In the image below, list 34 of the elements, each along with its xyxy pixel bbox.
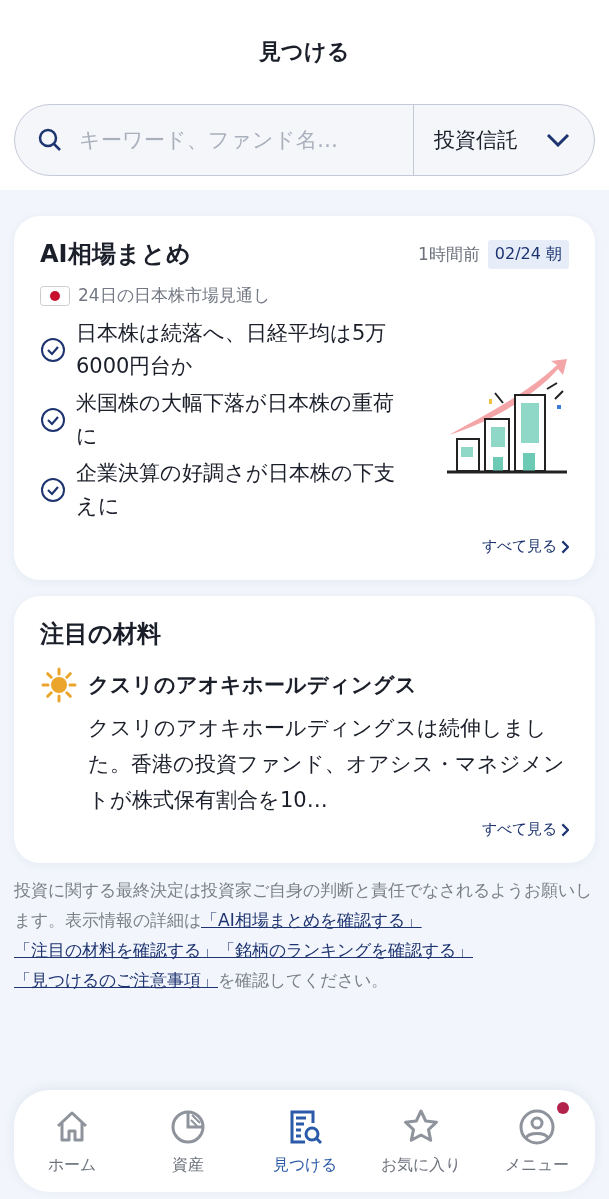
news-text: クスリのアオキホールディングスは続伸しました。香港の投資ファンド、オアシス・マネジメントが株式保有割合を10… — [88, 715, 566, 814]
card-title: 注目の材料 — [40, 619, 162, 650]
chevron-down-icon — [546, 133, 570, 147]
market-subtitle: 24日の日本株市場見通し — [78, 284, 270, 307]
see-all-link[interactable]: すべて見る — [481, 537, 569, 556]
nav-tab[interactable]: 資産 — [130, 1090, 247, 1192]
japan-flag-icon — [40, 285, 70, 306]
search-field[interactable]: キーワード、ファンド名… 投資信託 — [14, 104, 595, 176]
stock-name: クスリのアオキホールディングス — [88, 672, 417, 699]
sun-icon — [40, 666, 78, 704]
nav-tab[interactable]: メニュー — [478, 1090, 595, 1192]
check-circle-icon — [40, 407, 66, 433]
date-tag: 02/24 朝 — [487, 239, 569, 269]
chevron-right-icon — [560, 539, 569, 554]
nav-tab[interactable]: お気に入り — [362, 1090, 479, 1192]
summary-point: 企業決算の好調さが日本株の下支えに — [76, 460, 396, 520]
disclaimer-link[interactable]: 「見つけるのご注意事項」 — [14, 970, 218, 990]
disclaimer-text: 投資に関する最終決定は投資家ご自身の判断と責任でなされるようお願いします。表示情報の詳細は「AI相場まとめを確認する」 「注目の材料を確認する」「銘柄のランキングを確認する」 「見つけるのご注意事項」を確認してください。 — [14, 879, 593, 992]
card-title: AI相場まとめ — [40, 239, 191, 270]
disclaimer-link[interactable]: 「銘柄のランキングを確認する」 — [218, 940, 473, 960]
disclaimer-link[interactable]: 「注目の材料を確認する」 — [14, 940, 218, 960]
see-all-link[interactable]: すべて見る — [481, 820, 569, 839]
chevron-right-icon — [560, 822, 569, 837]
search-icon — [37, 127, 63, 153]
summary-point: 日本株は続落へ、日経平均は5万6000円台か — [76, 320, 388, 380]
disclaimer-link[interactable]: 「AI相場まとめを確認する」 — [201, 910, 422, 930]
page-title: 見つける — [259, 38, 350, 66]
check-circle-icon — [40, 477, 66, 503]
nav-tab[interactable]: 見つける — [246, 1090, 363, 1192]
nav-tab[interactable]: ホーム — [14, 1090, 131, 1192]
check-circle-icon — [40, 337, 66, 363]
time-label: 1時間前 — [417, 242, 480, 266]
category-dropdown[interactable]: 投資信託 — [414, 105, 594, 175]
summary-point: 米国株の大幅下落が日本株の重荷に — [76, 390, 395, 450]
